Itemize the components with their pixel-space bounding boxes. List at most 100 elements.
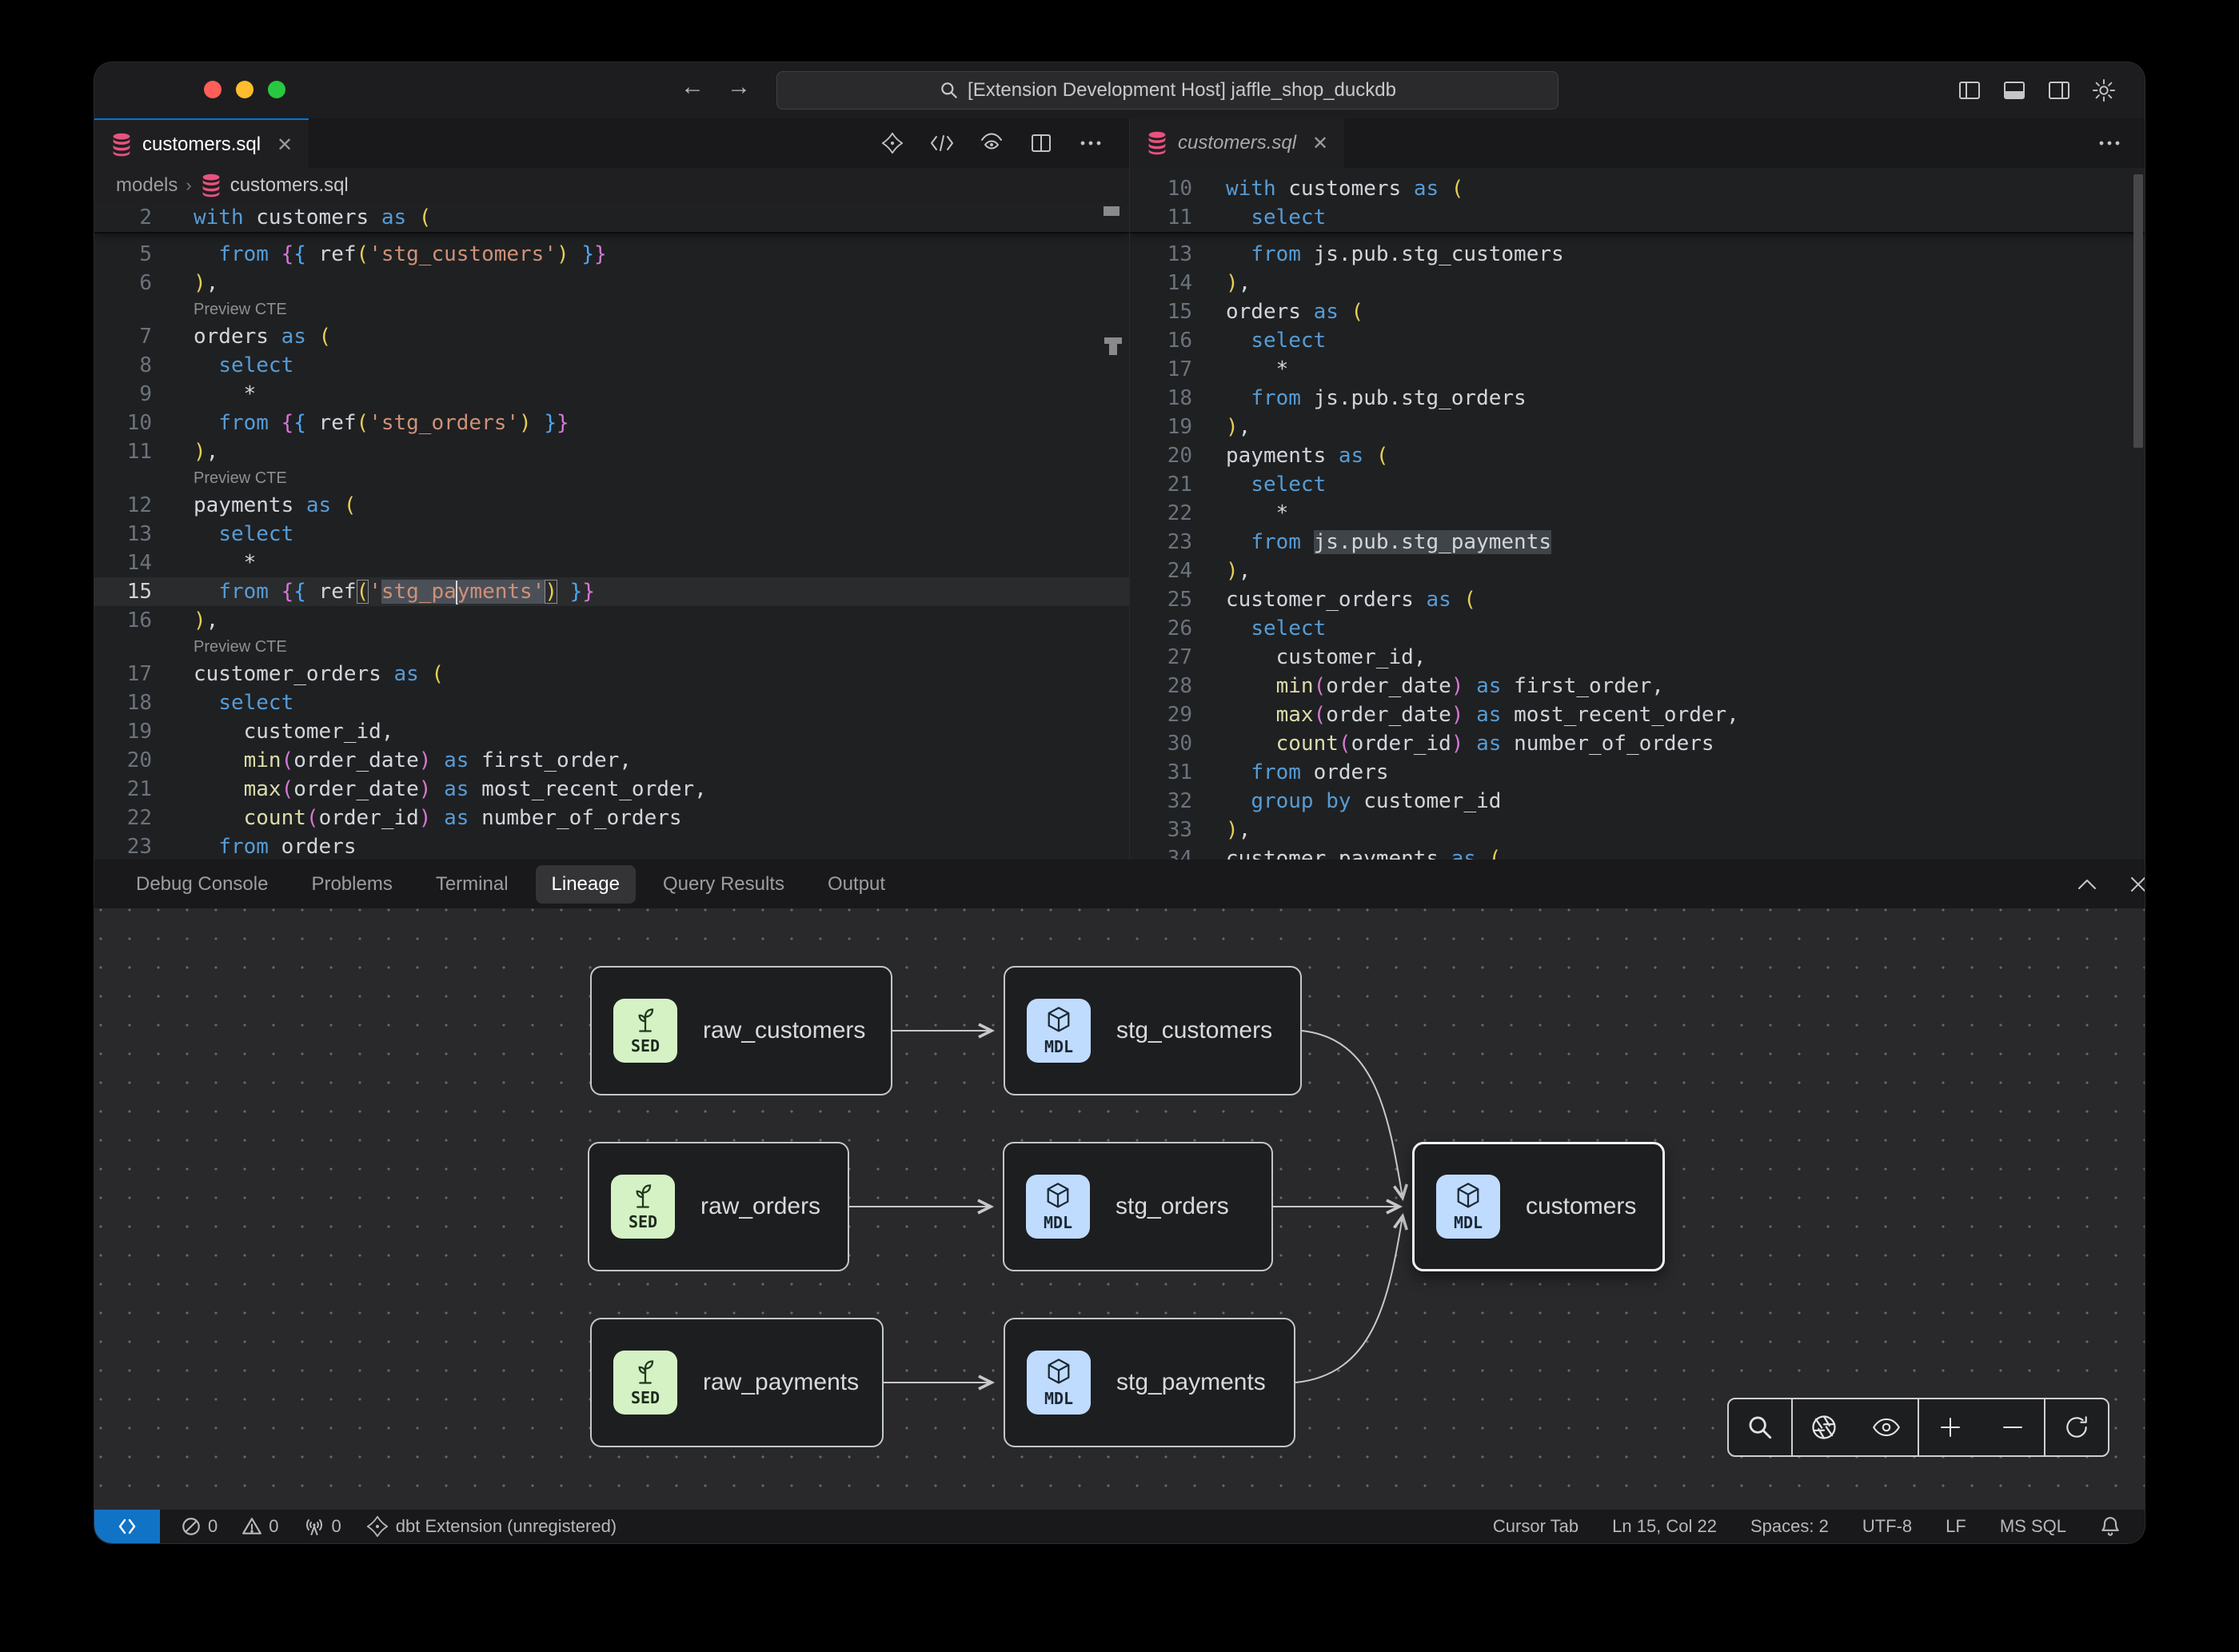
status-notifications[interactable]: [2100, 1515, 2121, 1538]
status-problems-warnings[interactable]: 0: [241, 1516, 278, 1537]
close-tab-icon[interactable]: ✕: [277, 134, 293, 157]
line-number: 21: [1130, 470, 1192, 499]
seedling-icon: [629, 1182, 657, 1211]
model-badge: MDL: [1027, 999, 1091, 1063]
panel-tab-output[interactable]: Output: [812, 865, 901, 904]
lineage-node-raw_payments[interactable]: SEDraw_payments: [590, 1318, 884, 1447]
code-line: 28 min(order_date) as first_order,: [1130, 672, 2145, 700]
cube-icon: [1044, 1005, 1073, 1035]
dbt-pinwheel-icon[interactable]: [880, 130, 905, 156]
line-number: 18: [1130, 384, 1192, 413]
line-number: 7: [94, 322, 152, 351]
code-line: 26 select: [1130, 614, 2145, 643]
remote-indicator[interactable]: [94, 1510, 160, 1543]
status-encoding[interactable]: UTF-8: [1862, 1516, 1912, 1537]
line-number: 15: [94, 577, 152, 606]
lineage-node-raw_customers[interactable]: SEDraw_customers: [590, 966, 892, 1095]
status-cursor-tab[interactable]: Cursor Tab: [1493, 1516, 1578, 1537]
seed-badge: SED: [613, 1351, 677, 1415]
lineage-node-raw_orders[interactable]: SEDraw_orders: [588, 1142, 849, 1271]
layout-sidebar-right-icon[interactable]: [2047, 78, 2071, 102]
scrollbar-vertical[interactable]: [2133, 174, 2143, 448]
maximize-window-button[interactable]: [268, 81, 285, 98]
panel-tab-lineage[interactable]: Lineage: [536, 865, 636, 904]
code-line: 23 from js.pub.stg_payments: [1130, 528, 2145, 557]
node-label: stg_customers: [1116, 1017, 1272, 1044]
split-editor-icon[interactable]: [1028, 130, 1054, 156]
navigate-forward-button[interactable]: →: [723, 74, 755, 101]
codelens-preview-cte[interactable]: Preview CTE: [94, 466, 1129, 491]
chevron-up-icon[interactable]: [2076, 878, 2098, 891]
panel-tab-bar: Debug Console Problems Terminal Lineage Quer…: [94, 860, 2145, 908]
line-number: 2: [94, 203, 152, 232]
close-icon[interactable]: [2129, 875, 2145, 894]
line-number: 23: [94, 832, 152, 860]
status-text: Spaces: 2: [1750, 1516, 1829, 1537]
status-problems-errors[interactable]: 0: [181, 1516, 218, 1537]
breadcrumb-folder[interactable]: models: [116, 174, 178, 197]
panel-tab-debug-console[interactable]: Debug Console: [120, 865, 284, 904]
lineage-canvas[interactable]: SEDraw_customers MDL stg_customers SEDraw_o…: [94, 908, 2145, 1510]
lineage-node-customers[interactable]: MDLcustomers: [1412, 1142, 1665, 1271]
lineage-search-button[interactable]: [1729, 1399, 1791, 1455]
code-icon[interactable]: [929, 130, 955, 156]
command-center-search[interactable]: [Extension Development Host] jaffle_shop…: [776, 71, 1559, 110]
lineage-node-stg_customers[interactable]: MDL stg_customers: [1004, 966, 1302, 1095]
status-dbt-extension[interactable]: dbt Extension (unregistered): [365, 1514, 617, 1538]
lineage-node-stg_orders[interactable]: MDLstg_orders: [1003, 1142, 1273, 1271]
close-tab-icon[interactable]: ✕: [1312, 132, 1328, 155]
line-number: 17: [94, 660, 152, 688]
code-line: 25customer_orders as (: [1130, 585, 2145, 614]
navigate-back-button[interactable]: ←: [676, 74, 708, 101]
editor-group-divider[interactable]: [1129, 118, 1130, 860]
lineage-minus-button[interactable]: [1982, 1399, 2044, 1455]
minimize-window-button[interactable]: [236, 81, 253, 98]
line-number: 28: [1130, 672, 1192, 700]
panel-tab-problems[interactable]: Problems: [295, 865, 408, 904]
editor-compiled-preview[interactable]: 10with customers as (11 select13 from js…: [1130, 168, 2145, 860]
code-line: 17 *: [1130, 355, 2145, 384]
more-icon[interactable]: [2097, 130, 2122, 156]
code-line: 34customer_payments as (: [1130, 844, 2145, 860]
layout-sidebar-left-icon[interactable]: [1958, 78, 1982, 102]
code-line: 16 select: [1130, 326, 2145, 355]
line-number: 5: [94, 240, 152, 269]
code-line: 21 max(order_date) as most_recent_order,: [94, 775, 1129, 804]
lineage-plus-button[interactable]: [1919, 1399, 1982, 1455]
line-number: 26: [1130, 614, 1192, 643]
tab-customers-sql-right[interactable]: customers.sql ✕: [1130, 118, 1344, 168]
lineage-refresh-button[interactable]: [2045, 1399, 2108, 1455]
tab-label: customers.sql: [142, 134, 261, 156]
codelens-preview-cte[interactable]: Preview CTE: [94, 297, 1129, 322]
line-number: 22: [1130, 499, 1192, 528]
preview-eye-icon[interactable]: [979, 130, 1004, 156]
cube-icon: [1454, 1181, 1483, 1211]
editor-source[interactable]: 2with customers as (5 from {{ ref('stg_c…: [94, 203, 1129, 860]
code-line: 18 from js.pub.stg_orders: [1130, 384, 2145, 413]
status-text: 0: [208, 1516, 218, 1537]
status-language-mode[interactable]: MS SQL: [2000, 1516, 2066, 1537]
lineage-eye-button[interactable]: [1855, 1399, 1918, 1455]
more-icon[interactable]: [1078, 130, 1104, 156]
status-indentation[interactable]: Spaces: 2: [1750, 1516, 1829, 1537]
breadcrumb[interactable]: models › customers.sql: [94, 168, 1151, 203]
codelens-preview-cte[interactable]: Preview CTE: [94, 635, 1129, 660]
panel-tab-terminal[interactable]: Terminal: [420, 865, 525, 904]
line-number: 11: [94, 437, 152, 466]
code-line: 19),: [1130, 413, 2145, 441]
lineage-aperture-button[interactable]: [1793, 1399, 1855, 1455]
gear-icon[interactable]: [2092, 78, 2116, 102]
lineage-node-stg_payments[interactable]: MDLstg_payments: [1004, 1318, 1295, 1447]
breadcrumb-file[interactable]: customers.sql: [230, 174, 349, 197]
status-cursor-position[interactable]: Ln 15, Col 22: [1612, 1516, 1717, 1537]
layout-panel-icon[interactable]: [2002, 78, 2026, 102]
close-window-button[interactable]: [204, 81, 222, 98]
status-ports[interactable]: 0: [303, 1516, 341, 1537]
status-text: LF: [1946, 1516, 1966, 1537]
line-number: 14: [1130, 269, 1192, 297]
line-number: 16: [1130, 326, 1192, 355]
tab-customers-sql-left[interactable]: customers.sql ✕: [94, 118, 309, 170]
status-eol[interactable]: LF: [1946, 1516, 1966, 1537]
code-line: 30 count(order_id) as number_of_orders: [1130, 729, 2145, 758]
panel-tab-query-results[interactable]: Query Results: [647, 865, 800, 904]
